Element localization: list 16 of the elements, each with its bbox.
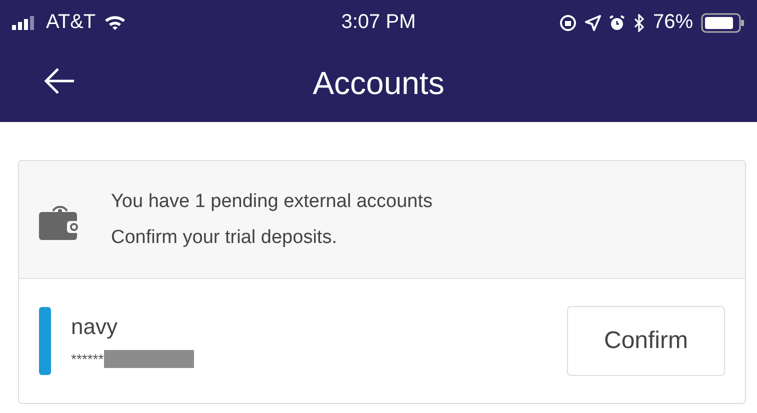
battery-percentage: 76%: [652, 11, 693, 34]
notice-text: You have 1 pending external accounts: [111, 190, 432, 212]
masked-account-number: ******: [71, 351, 104, 367]
confirm-button[interactable]: Confirm: [567, 306, 725, 376]
account-name: navy: [71, 314, 118, 340]
wifi-icon: [104, 14, 126, 30]
notice-text: Confirm your trial deposits.: [111, 226, 338, 248]
carrier-name: AT&T: [46, 11, 96, 34]
battery-icon: [700, 12, 745, 32]
back-arrow-icon: [44, 67, 76, 95]
location-icon: [584, 14, 601, 30]
alarm-icon: [608, 14, 625, 30]
back-button[interactable]: [44, 67, 76, 95]
page-title: Accounts: [312, 65, 444, 102]
status-time: 3:07 PM: [341, 11, 416, 34]
bluetooth-icon: [632, 14, 645, 32]
